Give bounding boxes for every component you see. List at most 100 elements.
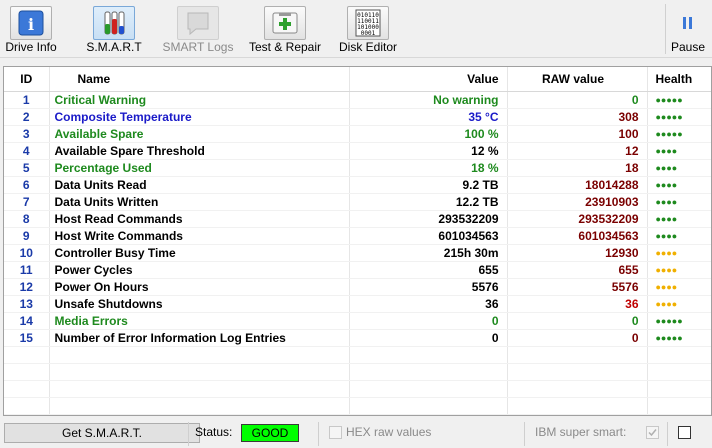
row-name: Power Cycles — [49, 261, 350, 279]
pause-label: Pause — [670, 40, 706, 54]
row-health: ●●●● — [647, 278, 711, 296]
smart-logs-button[interactable]: SMART Logs — [160, 2, 236, 56]
row-id: 14 — [4, 312, 50, 330]
status-separator — [667, 422, 668, 446]
row-id: 7 — [4, 193, 50, 211]
row-id: 9 — [4, 227, 50, 245]
row-value: 601034563 — [349, 227, 508, 245]
row-id: 2 — [4, 108, 50, 126]
status-separator — [318, 422, 319, 446]
row-raw: 0 — [507, 312, 648, 330]
table-row[interactable]: 6 Data Units Read 9.2 TB 18014288 ●●●● — [4, 176, 711, 194]
row-raw: 308 — [507, 108, 648, 126]
row-health: ●●●● — [647, 295, 711, 313]
row-health: ●●●●● — [647, 312, 711, 330]
table-row[interactable]: 15 Number of Error Information Log Entri… — [4, 329, 711, 347]
pause-icon — [673, 6, 703, 40]
row-health: ●●●● — [647, 176, 711, 194]
empty-row — [4, 397, 711, 415]
row-health: ●●●● — [647, 227, 711, 245]
table-row[interactable]: 12 Power On Hours 5576 5576 ●●●● — [4, 278, 711, 296]
smart-logs-label: SMART Logs — [162, 40, 234, 54]
row-raw: 12930 — [507, 244, 648, 262]
row-name: Available Spare Threshold — [49, 142, 350, 160]
row-name: Percentage Used — [49, 159, 350, 177]
row-value: 35 °C — [349, 108, 508, 126]
test-tubes-icon — [93, 6, 135, 40]
row-name: Host Write Commands — [49, 227, 350, 245]
row-name: Data Units Written — [49, 193, 350, 211]
row-health: ●●●●● — [647, 91, 711, 109]
row-health: ●●●●● — [647, 108, 711, 126]
empty-row — [4, 363, 711, 381]
test-repair-label: Test & Repair — [248, 40, 322, 54]
row-id: 3 — [4, 125, 50, 143]
table-row[interactable]: 13 Unsafe Shutdowns 36 36 ●●●● — [4, 295, 711, 313]
col-raw-header[interactable]: RAW value — [507, 67, 648, 92]
row-name: Media Errors — [49, 312, 350, 330]
row-name: Unsafe Shutdowns — [49, 295, 350, 313]
table-row[interactable]: 8 Host Read Commands 293532209 293532209… — [4, 210, 711, 228]
row-value: 215h 30m — [349, 244, 508, 262]
row-value: 0 — [349, 329, 508, 347]
row-value: 12 % — [349, 142, 508, 160]
row-id: 11 — [4, 261, 50, 279]
row-raw: 12 — [507, 142, 648, 160]
table-row[interactable]: 9 Host Write Commands 601034563 60103456… — [4, 227, 711, 245]
smart-table[interactable]: ID Name Value RAW value Health 1 Critica… — [3, 66, 712, 416]
row-value: No warning — [349, 91, 508, 109]
row-health: ●●●● — [647, 193, 711, 211]
toolbar: i Drive Info S.M.A.R.T SMART Logs Test &… — [0, 0, 712, 58]
check-icon — [648, 429, 657, 437]
col-value-header[interactable]: Value — [349, 67, 508, 92]
test-repair-button[interactable]: Test & Repair — [245, 2, 325, 56]
get-smart-button[interactable]: Get S.M.A.R.T. — [4, 423, 200, 443]
col-name-header[interactable]: Name — [49, 67, 350, 92]
row-value: 0 — [349, 312, 508, 330]
row-name: Host Read Commands — [49, 210, 350, 228]
pause-button[interactable]: Pause — [668, 2, 708, 56]
drive-info-button[interactable]: i Drive Info — [2, 2, 60, 56]
row-value: 100 % — [349, 125, 508, 143]
row-value: 9.2 TB — [349, 176, 508, 194]
status-separator — [524, 422, 525, 446]
row-raw: 601034563 — [507, 227, 648, 245]
row-raw: 36 — [507, 295, 648, 313]
row-name: Number of Error Information Log Entries — [49, 329, 350, 347]
row-health: ●●●● — [647, 159, 711, 177]
table-row[interactable]: 5 Percentage Used 18 % 18 ●●●● — [4, 159, 711, 177]
row-value: 5576 — [349, 278, 508, 296]
row-value: 293532209 — [349, 210, 508, 228]
extra-checkbox[interactable] — [678, 426, 691, 439]
ibm-super-smart-checkbox[interactable] — [646, 426, 659, 439]
smart-button[interactable]: S.M.A.R.T — [82, 2, 146, 56]
ibm-super-smart-label: IBM super smart: — [535, 425, 627, 439]
table-row[interactable]: 3 Available Spare 100 % 100 ●●●●● — [4, 125, 711, 143]
disk-editor-button[interactable]: 010110 110011 101000 0001 Disk Editor — [334, 2, 402, 56]
hex-raw-values-checkbox[interactable] — [329, 426, 342, 439]
svg-text:i: i — [28, 15, 34, 34]
drive-info-icon: i — [10, 6, 52, 40]
row-id: 6 — [4, 176, 50, 194]
toolbar-separator — [665, 4, 666, 54]
table-row[interactable]: 14 Media Errors 0 0 ●●●●● — [4, 312, 711, 330]
table-header-row: ID Name Value RAW value Health — [4, 67, 711, 92]
row-name: Composite Temperature — [49, 108, 350, 126]
row-id: 10 — [4, 244, 50, 262]
table-row[interactable]: 11 Power Cycles 655 655 ●●●● — [4, 261, 711, 279]
table-row[interactable]: 1 Critical Warning No warning 0 ●●●●● — [4, 91, 711, 109]
row-health: ●●●● — [647, 142, 711, 160]
row-name: Critical Warning — [49, 91, 350, 109]
status-label: Status: — [195, 425, 233, 439]
empty-row — [4, 346, 711, 364]
status-bar: Get S.M.A.R.T. Status: GOOD HEX raw valu… — [0, 420, 712, 448]
table-row[interactable]: 7 Data Units Written 12.2 TB 23910903 ●●… — [4, 193, 711, 211]
row-name: Controller Busy Time — [49, 244, 350, 262]
table-row[interactable]: 2 Composite Temperature 35 °C 308 ●●●●● — [4, 108, 711, 126]
row-id: 8 — [4, 210, 50, 228]
col-health-header[interactable]: Health — [647, 67, 711, 92]
row-id: 12 — [4, 278, 50, 296]
table-row[interactable]: 10 Controller Busy Time 215h 30m 12930 ●… — [4, 244, 711, 262]
table-row[interactable]: 4 Available Spare Threshold 12 % 12 ●●●● — [4, 142, 711, 160]
col-id-header[interactable]: ID — [4, 67, 50, 92]
